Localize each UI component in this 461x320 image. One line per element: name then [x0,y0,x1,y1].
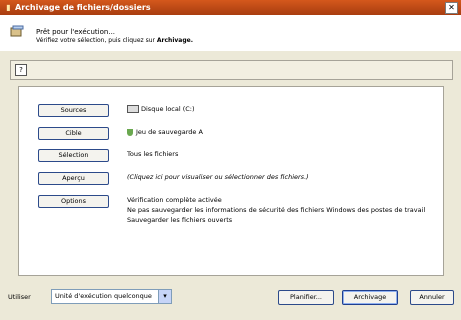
device-select-value: Unité d'exécution quelconque [55,292,152,300]
cible-value: Jeu de sauvegarde A [127,128,203,137]
archive-icon [10,25,24,37]
header-title: Prêt pour l'exécution... [36,28,116,36]
header-subtitle: Vérifiez votre sélection, puis cliquez s… [36,37,193,44]
option-security: Ne pas sauvegarder les informations de s… [127,206,426,214]
utiliser-label: Utiliser [8,293,31,301]
sources-button[interactable]: Sources [38,104,109,117]
selection-button[interactable]: Sélection [38,149,109,162]
annuler-button[interactable]: Annuler [410,290,454,305]
selection-value: Tous les fichiers [127,150,179,158]
planifier-button[interactable]: Planifier... [278,290,334,305]
cible-value-text: Jeu de sauvegarde A [136,128,203,136]
apercu-hint[interactable]: (Cliquez ici pour visualiser ou sélectio… [127,173,309,182]
help-icon[interactable]: ? [15,64,27,76]
option-open-files: Sauvegarder les fichiers ouverts [127,216,233,224]
backup-set-icon [127,128,133,136]
close-icon[interactable]: ✕ [445,2,458,14]
header-subtitle-action: Archivage. [156,37,193,44]
disk-icon [127,105,139,113]
archivage-button[interactable]: Archivage [342,290,398,305]
cible-button[interactable]: Cible [38,127,109,140]
app-icon: ▮ [6,3,11,12]
device-select[interactable]: Unité d'exécution quelconque ▾ [51,289,172,304]
window-title: Archivage de fichiers/dossiers [15,3,151,12]
archive-dialog: ▮ Archivage de fichiers/dossiers ✕ Prêt … [0,0,461,320]
apercu-button[interactable]: Aperçu [38,172,109,185]
header-panel: Prêt pour l'exécution... Vérifiez votre … [0,15,461,51]
settings-panel: Sources Disque local (C:) Cible Jeu de s… [18,86,444,276]
help-bar: ? [10,60,453,80]
title-bar: ▮ Archivage de fichiers/dossiers ✕ [0,0,461,15]
header-subtitle-text: Vérifiez votre sélection, puis cliquez s… [36,37,157,44]
chevron-down-icon[interactable]: ▾ [158,290,171,303]
sources-value-text: Disque local (C:) [141,105,195,113]
sources-value: Disque local (C:) [127,105,195,114]
option-verification: Vérification complète activée [127,196,222,204]
options-button[interactable]: Options [38,195,109,208]
